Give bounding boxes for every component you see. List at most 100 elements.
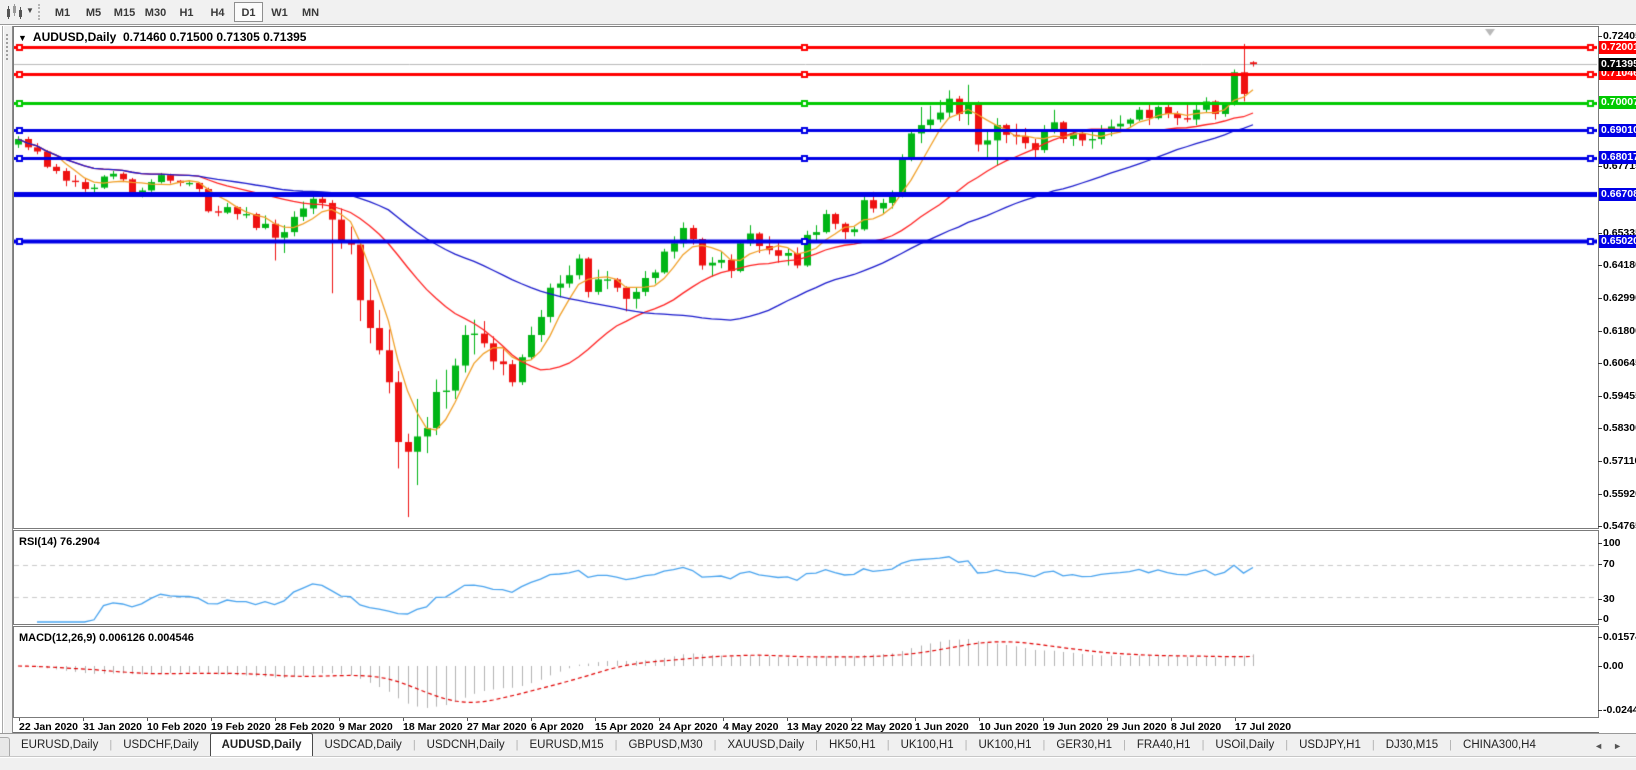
chart-tab-dj30-m15[interactable]: DJ30,M15 xyxy=(1375,736,1449,756)
chart-tab-usdcnh-daily[interactable]: USDCNH,Daily xyxy=(416,736,516,756)
bottom-strip xyxy=(0,758,1636,770)
date-label: 22 Jan 2020 xyxy=(19,721,78,733)
date-label: 10 Feb 2020 xyxy=(147,721,207,733)
chart-tab-usoil-daily[interactable]: USOil,Daily xyxy=(1204,736,1285,756)
price-tick-mark xyxy=(1598,265,1602,266)
price-tick-label: 0.55920 xyxy=(1603,488,1636,500)
tab-scroll-arrows: ◄► xyxy=(1594,736,1622,756)
tab-scroll-right-icon[interactable]: ► xyxy=(1613,741,1622,751)
price-tick-mark xyxy=(1598,396,1602,397)
date-label: 13 May 2020 xyxy=(787,721,848,733)
date-axis: 22 Jan 2020 31 Jan 2020 10 Feb 2020 19 Feb … xyxy=(13,718,1599,733)
level-price-label: 0.70007 xyxy=(1599,96,1636,109)
chart-tab-gbpusd-m30[interactable]: GBPUSD,M30 xyxy=(617,736,713,756)
macd-chart[interactable] xyxy=(14,627,1598,717)
date-label: 28 Feb 2020 xyxy=(275,721,335,733)
level-price-label: 0.72001 xyxy=(1599,41,1636,54)
macd-label: MACD(12,26,9) 0.006126 0.004546 xyxy=(19,632,194,644)
price-tick-mark xyxy=(1598,526,1602,527)
chart-tab-eurusd-daily[interactable]: EURUSD,Daily xyxy=(10,736,109,756)
price-tick-label: 0.54765 xyxy=(1603,520,1636,532)
rsi-tick-label: 100 xyxy=(1603,537,1636,549)
tab-stub xyxy=(0,737,10,756)
level-price-label: 0.65020 xyxy=(1599,235,1636,248)
rsi-tick-mark xyxy=(1598,619,1602,620)
chart-tab-uk100-h1[interactable]: UK100,H1 xyxy=(967,736,1042,756)
rsi-tick-mark xyxy=(1598,564,1602,565)
chart-tab-fra40-h1[interactable]: FRA40,H1 xyxy=(1126,736,1202,756)
date-label: 29 Jun 2020 xyxy=(1107,721,1167,733)
level-price-label: 0.66708 xyxy=(1599,188,1636,201)
chart-tab-usdcad-daily[interactable]: USDCAD,Daily xyxy=(313,736,412,756)
timeframe-button-mn[interactable]: MN xyxy=(296,2,325,22)
chart-header: ▼AUDUSD,Daily 0.71460 0.71500 0.71305 0.… xyxy=(18,30,306,44)
chart-symbol-label: AUDUSD,Daily xyxy=(33,30,116,44)
timeframe-button-h1[interactable]: H1 xyxy=(172,2,201,22)
left-splitter-handle[interactable] xyxy=(6,34,9,60)
chart-tab-bar: EURUSD,Daily|USDCHF,DailyAUDUSD,DailyUSD… xyxy=(0,733,1636,757)
timeframe-button-m15[interactable]: M15 xyxy=(110,2,139,22)
toolbar: ▼ M1M5M15M30H1H4D1W1MN xyxy=(0,0,1636,25)
price-tick-label: 0.61800 xyxy=(1603,325,1636,337)
price-tick-label: 0.62990 xyxy=(1603,292,1636,304)
left-splitter[interactable] xyxy=(0,26,13,733)
tab-scroll-left-icon[interactable]: ◄ xyxy=(1594,741,1603,751)
price-tick-mark xyxy=(1598,298,1602,299)
date-label: 19 Feb 2020 xyxy=(211,721,271,733)
timeframe-button-h4[interactable]: H4 xyxy=(203,2,232,22)
rsi-tick-label: 30 xyxy=(1603,593,1636,605)
price-tick-mark xyxy=(1598,494,1602,495)
chart-tab-ger30-h1[interactable]: GER30,H1 xyxy=(1045,736,1123,756)
macd-tick-mark xyxy=(1598,666,1602,667)
date-label: 15 Apr 2020 xyxy=(595,721,654,733)
rsi-tick-mark xyxy=(1598,543,1602,544)
price-tick-label: 0.64180 xyxy=(1603,259,1636,271)
chart-tool-icon[interactable] xyxy=(5,3,25,21)
date-label: 18 Mar 2020 xyxy=(403,721,463,733)
chart-tab-audusd-daily[interactable]: AUDUSD,Daily xyxy=(210,733,314,756)
macd-tick-label: 0.00 xyxy=(1603,660,1636,672)
candlestick-chart[interactable] xyxy=(14,27,1597,528)
date-label: 10 Jun 2020 xyxy=(979,721,1039,733)
chart-tab-uk100-h1[interactable]: UK100,H1 xyxy=(890,736,965,756)
price-tick-mark xyxy=(1598,363,1602,364)
toolbar-drag-handle[interactable] xyxy=(38,4,41,20)
price-tick-label: 0.59455 xyxy=(1603,390,1636,402)
timeframe-button-m30[interactable]: M30 xyxy=(141,2,170,22)
chart-tab-china300-h4[interactable]: CHINA300,H4 xyxy=(1452,736,1547,756)
price-tick-mark xyxy=(1598,331,1602,332)
date-label: 9 Mar 2020 xyxy=(339,721,393,733)
date-label: 4 May 2020 xyxy=(723,721,778,733)
trading-platform-window: ▼ M1M5M15M30H1H4D1W1MN ▼ AUDUSD,Daily 0.7… xyxy=(0,0,1636,770)
price-tick-mark xyxy=(1598,166,1602,167)
timeframe-button-d1[interactable]: D1 xyxy=(234,2,263,22)
level-price-label: 0.68017 xyxy=(1599,151,1636,164)
price-tick-label: 0.60645 xyxy=(1603,357,1636,369)
date-label: 1 Jun 2020 xyxy=(915,721,969,733)
date-label: 8 Jul 2020 xyxy=(1171,721,1221,733)
price-tick-label: 0.57110 xyxy=(1603,455,1636,467)
rsi-tick-mark xyxy=(1598,599,1602,600)
rsi-chart[interactable] xyxy=(14,531,1598,624)
timeframe-button-m5[interactable]: M5 xyxy=(79,2,108,22)
macd-tick-mark xyxy=(1598,710,1602,711)
chart-tab-hk50-h1[interactable]: HK50,H1 xyxy=(818,736,887,756)
macd-tick-label: 0.01574 xyxy=(1603,631,1636,643)
timeframe-button-m1[interactable]: M1 xyxy=(48,2,77,22)
price-tick-mark xyxy=(1598,428,1602,429)
macd-tick-label: -0.02441 xyxy=(1603,704,1636,716)
macd-tick-mark xyxy=(1598,637,1602,638)
chart-tab-usdchf-daily[interactable]: USDCHF,Daily xyxy=(112,736,209,756)
date-label: 31 Jan 2020 xyxy=(83,721,142,733)
timeframe-button-w1[interactable]: W1 xyxy=(265,2,294,22)
chart-tool-dropdown-icon[interactable]: ▼ xyxy=(26,6,34,15)
price-tick-mark xyxy=(1598,36,1602,37)
current-price-label: 0.71395 xyxy=(1599,58,1636,71)
chart-header-dropdown-icon[interactable]: ▼ xyxy=(18,33,27,43)
chart-tab-usdjpy-h1[interactable]: USDJPY,H1 xyxy=(1288,736,1372,756)
chart-tab-eurusd-m15[interactable]: EURUSD,M15 xyxy=(518,736,614,756)
price-tick-mark xyxy=(1598,233,1602,234)
rsi-tick-label: 70 xyxy=(1603,558,1636,570)
chart-tab-xauusd-daily[interactable]: XAUUSD,Daily xyxy=(716,736,815,756)
rsi-label: RSI(14) 76.2904 xyxy=(19,536,100,548)
